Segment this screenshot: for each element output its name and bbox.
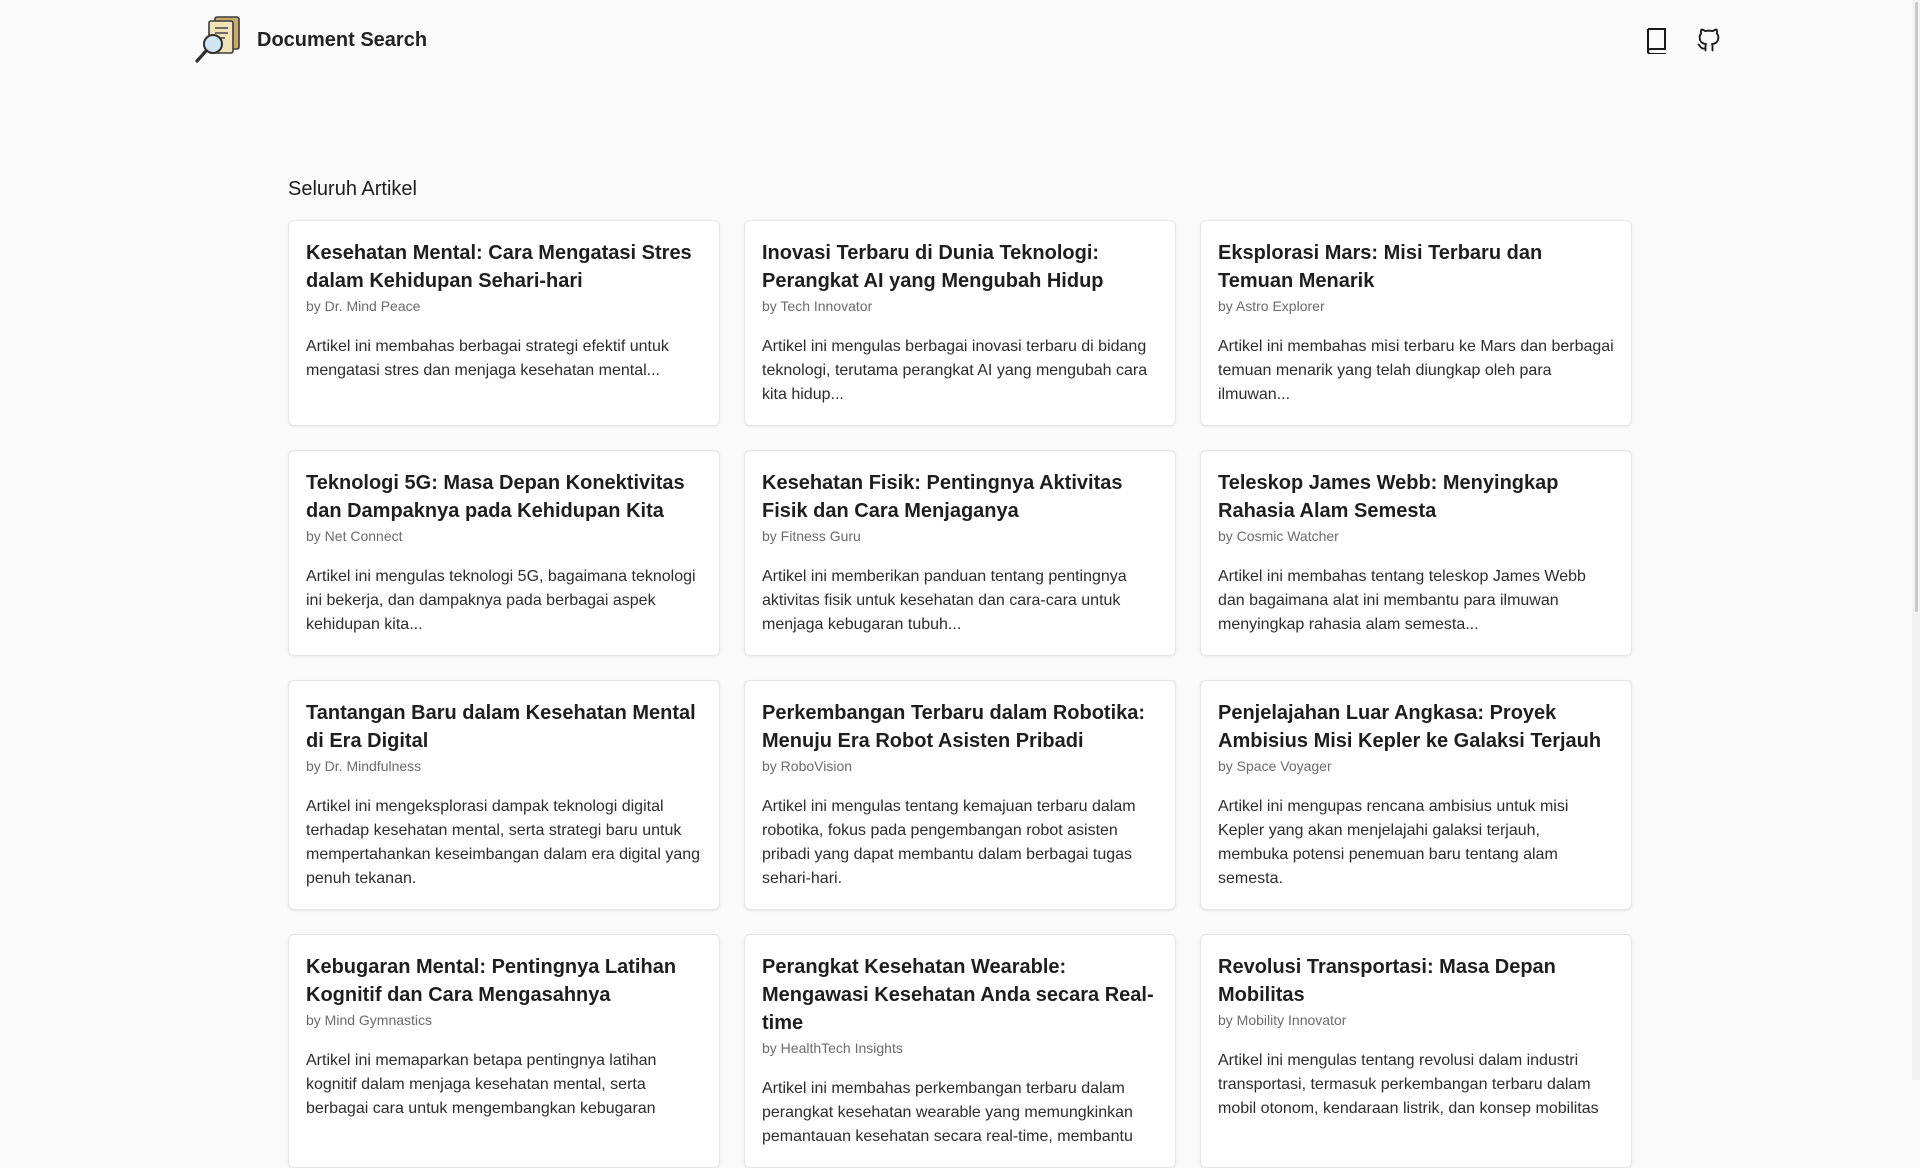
brand-home-link[interactable]: Document Search [193,14,427,66]
article-title: Teleskop James Webb: Menyingkap Rahasia … [1218,472,1559,522]
article-card[interactable]: Penjelajahan Luar Angkasa: Proyek Ambisi… [1200,680,1632,910]
article-author: by Net Connect [306,528,403,544]
article-author: by Fitness Guru [762,528,861,544]
book-icon [1647,28,1666,54]
article-card[interactable]: Kesehatan Mental: Cara Mengatasi Stres d… [288,220,720,426]
article-card[interactable]: Kesehatan Fisik: Pentingnya Aktivitas Fi… [744,450,1176,656]
article-card[interactable]: Eksplorasi Mars: Misi Terbaru dan Temuan… [1200,220,1632,426]
article-title: Kebugaran Mental: Pentingnya Latihan Kog… [306,956,677,1006]
app-title: Document Search [257,28,428,51]
article-author: by Mind Gymnastics [306,1012,433,1028]
article-excerpt: Artikel ini membahas tentang teleskop Ja… [1218,568,1586,633]
article-excerpt: Artikel ini mengulas tentang kemajuan te… [762,798,1136,887]
document-search-logo-icon [195,16,240,63]
scrollbar-thumb[interactable] [1915,2,1918,612]
article-card[interactable]: Inovasi Terbaru di Dunia Teknologi: Pera… [744,220,1176,426]
article-card[interactable]: Perkembangan Terbaru dalam Robotika: Men… [744,680,1176,910]
article-title: Inovasi Terbaru di Dunia Teknologi: Pera… [762,242,1104,292]
article-author: by Dr. Mindfulness [306,758,422,774]
article-excerpt: Artikel ini mengeksplorasi dampak teknol… [306,798,701,887]
article-card[interactable]: Revolusi Transportasi: Masa Depan Mobili… [1200,934,1632,1168]
app-header: Document Search [0,0,1920,84]
article-author: by Dr. Mind Peace [306,298,421,314]
page-scrollbar[interactable] [1912,0,1920,1080]
article-title: Teknologi 5G: Masa Depan Konektivitas da… [306,472,685,522]
article-excerpt: Artikel ini mengulas teknologi 5G, bagai… [306,568,696,633]
article-excerpt: Artikel ini mengupas rencana ambisius un… [1218,798,1569,887]
article-excerpt: Artikel ini memberikan panduan tentang p… [762,568,1127,633]
article-title: Tantangan Baru dalam Kesehatan Mental di… [306,702,696,752]
article-author: by Astro Explorer [1218,298,1325,314]
article-excerpt: Artikel ini mengulas tentang revolusi da… [1218,1052,1599,1117]
article-title: Penjelajahan Luar Angkasa: Proyek Ambisi… [1218,702,1602,752]
article-excerpt: Artikel ini memaparkan betapa pentingnya… [306,1052,657,1117]
article-card[interactable]: Kebugaran Mental: Pentingnya Latihan Kog… [288,934,720,1168]
article-title: Kesehatan Mental: Cara Mengatasi Stres d… [306,242,692,292]
article-title: Kesehatan Fisik: Pentingnya Aktivitas Fi… [762,472,1123,522]
article-card[interactable]: Tantangan Baru dalam Kesehatan Mental di… [288,680,720,910]
github-icon [1697,28,1720,52]
article-title: Perkembangan Terbaru dalam Robotika: Men… [762,702,1146,752]
article-excerpt: Artikel ini membahas perkembangan terbar… [762,1080,1133,1145]
article-title: Eksplorasi Mars: Misi Terbaru dan Temuan… [1218,242,1543,292]
article-author: by HealthTech Insights [762,1040,903,1056]
article-author: by RoboVision [762,758,853,774]
article-grid: Kesehatan Mental: Cara Mengatasi Stres d… [288,220,1633,1168]
article-excerpt: Artikel ini mengulas berbagai inovasi te… [762,338,1148,403]
github-button[interactable] [1693,24,1725,56]
article-card[interactable]: Teleskop James Webb: Menyingkap Rahasia … [1200,450,1632,656]
article-title: Perangkat Kesehatan Wearable: Mengawasi … [762,956,1154,1034]
article-title: Revolusi Transportasi: Masa Depan Mobili… [1218,956,1556,1006]
article-author: by Space Voyager [1218,758,1332,774]
article-excerpt: Artikel ini membahas misi terbaru ke Mar… [1218,338,1614,403]
article-excerpt: Artikel ini membahas berbagai strategi e… [306,338,669,379]
section-title: Seluruh Artikel [288,178,417,200]
docs-button[interactable] [1641,24,1673,56]
header-actions [1641,24,1725,56]
article-author: by Tech Innovator [762,298,873,314]
article-card[interactable]: Perangkat Kesehatan Wearable: Mengawasi … [744,934,1176,1168]
article-author: by Cosmic Watcher [1218,528,1339,544]
article-card[interactable]: Teknologi 5G: Masa Depan Konektivitas da… [288,450,720,656]
article-author: by Mobility Innovator [1218,1012,1347,1028]
